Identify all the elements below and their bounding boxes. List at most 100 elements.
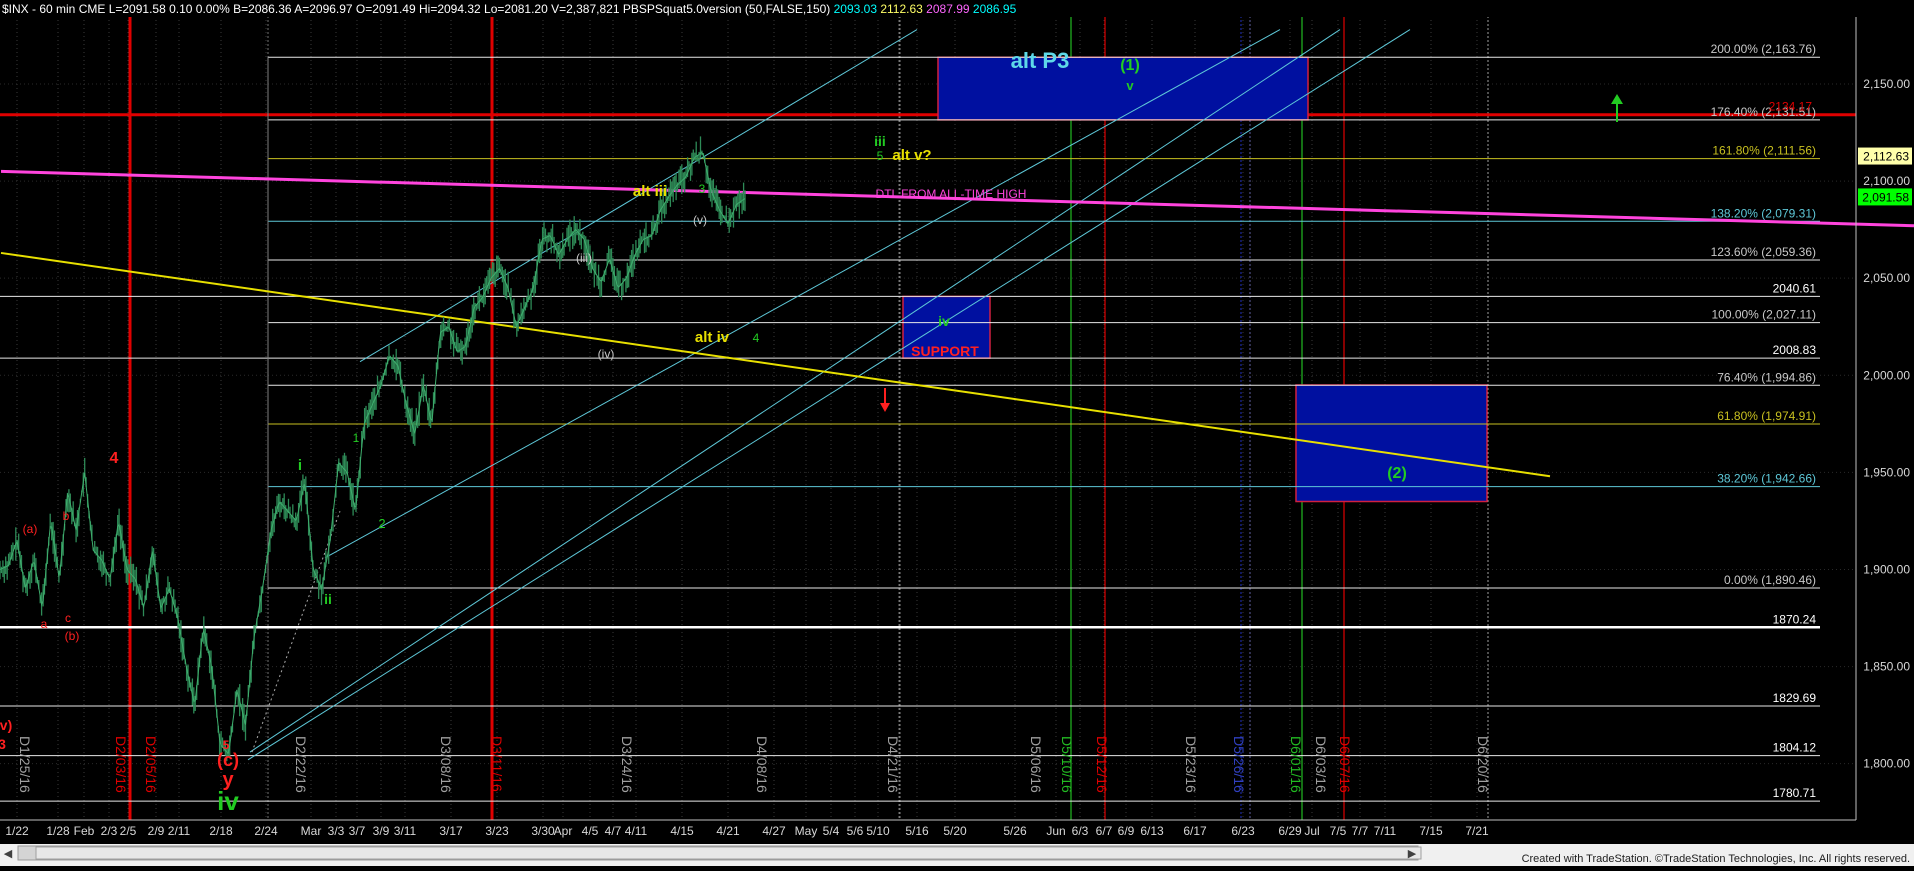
header-segment: 2112.63 [877,2,923,16]
x-tick-label: Feb [74,824,95,838]
price-tag-label: 2,112.63 [1863,150,1909,164]
x-tick-label: Apr [554,824,573,838]
x-tick-label: 2/18 [209,824,233,838]
wave-label: 4 [753,331,760,345]
x-tick-label: 6/7 [1096,824,1113,838]
red-level-label: 2134.17 [1769,100,1813,114]
fib-level-label: 161.80% (2,111.56) [1712,144,1816,158]
chart-header: $INX - 60 min CME L=2091.58 0.10 0.00% B… [2,2,1017,16]
wave-label: 3 [699,182,706,196]
date-marker-label: D3/24/16 [619,736,635,793]
wave-label: c [65,611,71,625]
fib-level-label: 2008.83 [1773,343,1817,357]
date-marker-label: D1/25/16 [17,736,33,793]
x-tick-label: 4/7 [605,824,622,838]
fib-level-label: 123.60% (2,059.36) [1711,245,1816,259]
x-tick-label: 4/15 [670,824,694,838]
wave-label: alt iv [695,329,730,346]
wave-label: alt P3 [1011,48,1070,73]
wave-label: (iii) [576,251,592,265]
x-tick-label: 7/11 [1374,824,1397,838]
fib-level-label: 38.20% (1,942.66) [1717,472,1816,486]
x-tick-label: Jul [1304,824,1319,838]
wave-label: iv [938,313,950,329]
x-tick-label: 5/10 [866,824,890,838]
date-marker-label: D5/26/16 [1231,736,1247,793]
x-tick-label: 3/7 [349,824,366,838]
wave-label: v) [0,717,12,733]
x-tick-label: 1/22 [5,824,29,838]
x-tick-label: 6/3 [1072,824,1089,838]
wave-label: SUPPORT [911,343,979,359]
wave-label: iv [217,786,239,816]
x-tick-label: 6/9 [1118,824,1135,838]
x-tick-label: 5/4 [823,824,840,838]
x-tick-label: 3/30 [531,824,555,838]
price-chart: 200.00% (2,163.76)176.40% (2,131.51)161.… [0,0,1914,866]
x-tick-label: Mar [301,824,322,838]
scrollbar-thumb[interactable] [35,846,1422,860]
x-tick-label: 5/26 [1003,824,1027,838]
wave-label: DTL FROM ALL-TIME HIGH [876,187,1027,201]
y-tick-label: 2,000.00 [1863,368,1910,382]
x-tick-label: 6/17 [1183,824,1207,838]
date-marker-label: D6/01/16 [1288,736,1304,793]
fib-level-label: 1829.69 [1773,691,1817,705]
date-marker-label: D6/07/16 [1337,736,1353,793]
wave-label: alt iii [633,183,667,200]
wave-label: 3 [0,736,6,752]
x-tick-label: 4/21 [716,824,740,838]
wave-label: (a) [23,522,38,536]
x-tick-label: 7/15 [1419,824,1443,838]
x-tick-label: 3/23 [485,824,509,838]
x-tick-label: 2/5 [120,824,137,838]
price-tag-label: 2,091.58 [1862,190,1909,204]
wave-label: a [41,617,48,631]
y-tick-label: 1,900.00 [1863,562,1910,576]
y-tick-label: 2,150.00 [1863,77,1910,91]
x-tick-label: 2/24 [254,824,278,838]
x-tick-label: 6/13 [1140,824,1164,838]
wave-label: 1 [353,431,360,445]
date-marker-label: D2/22/16 [293,736,309,793]
wave-label: b [63,509,70,523]
scroll-right-icon[interactable]: ▶ [1408,848,1417,860]
date-marker-label: D3/11/16 [489,736,505,792]
y-tick-label: 2,100.00 [1863,174,1910,188]
scroll-left-icon[interactable]: ◀ [4,848,13,860]
fib-level-label: 200.00% (2,163.76) [1711,42,1816,56]
header-segment: $INX - 60 min CME L=2091.58 0.10 0.00% [2,2,230,16]
fib-level-label: 61.80% (1,974.91) [1717,409,1816,423]
x-tick-label: 3/11 [394,824,417,838]
fib-level-label: 1870.24 [1773,612,1817,626]
wave-label: (iv) [598,347,615,361]
date-marker-label: D6/20/16 [1475,736,1491,793]
wave-label: (b) [65,629,80,643]
y-tick-label: 1,850.00 [1863,660,1910,674]
x-tick-label: 4/27 [762,824,786,838]
date-marker-label: D5/12/16 [1094,736,1110,793]
date-marker-label: D5/23/16 [1183,736,1199,793]
y-tick-label: 1,800.00 [1863,757,1910,771]
x-tick-label: 3/3 [328,824,345,838]
date-marker-label: D5/10/16 [1059,736,1075,793]
date-marker-label: D2/05/16 [143,736,159,793]
header-segment: 2087.99 [923,2,970,16]
date-marker-label: D3/08/16 [438,736,454,793]
x-tick-label: 7/7 [1352,824,1369,838]
x-tick-label: 3/9 [373,824,390,838]
date-marker-label: D5/06/16 [1028,736,1044,793]
date-marker-label: D2/03/16 [113,736,129,793]
x-tick-label: 2/9 [148,824,165,838]
wave-label: (v) [693,213,707,227]
wave-label: 2 [378,516,385,531]
wave-label: 4 [110,450,119,467]
footer-credit: Created with TradeStation. ©TradeStation… [1522,853,1910,865]
date-marker-label: D4/21/16 [885,736,901,793]
x-tick-label: 4/11 [625,824,648,838]
fib-level-label: 2040.61 [1773,281,1817,295]
x-tick-label: 4/5 [582,824,599,838]
fib-level-label: 76.40% (1,994.86) [1717,370,1816,384]
x-tick-label: 6/29 [1278,824,1302,838]
y-tick-label: 1,950.00 [1863,465,1910,479]
